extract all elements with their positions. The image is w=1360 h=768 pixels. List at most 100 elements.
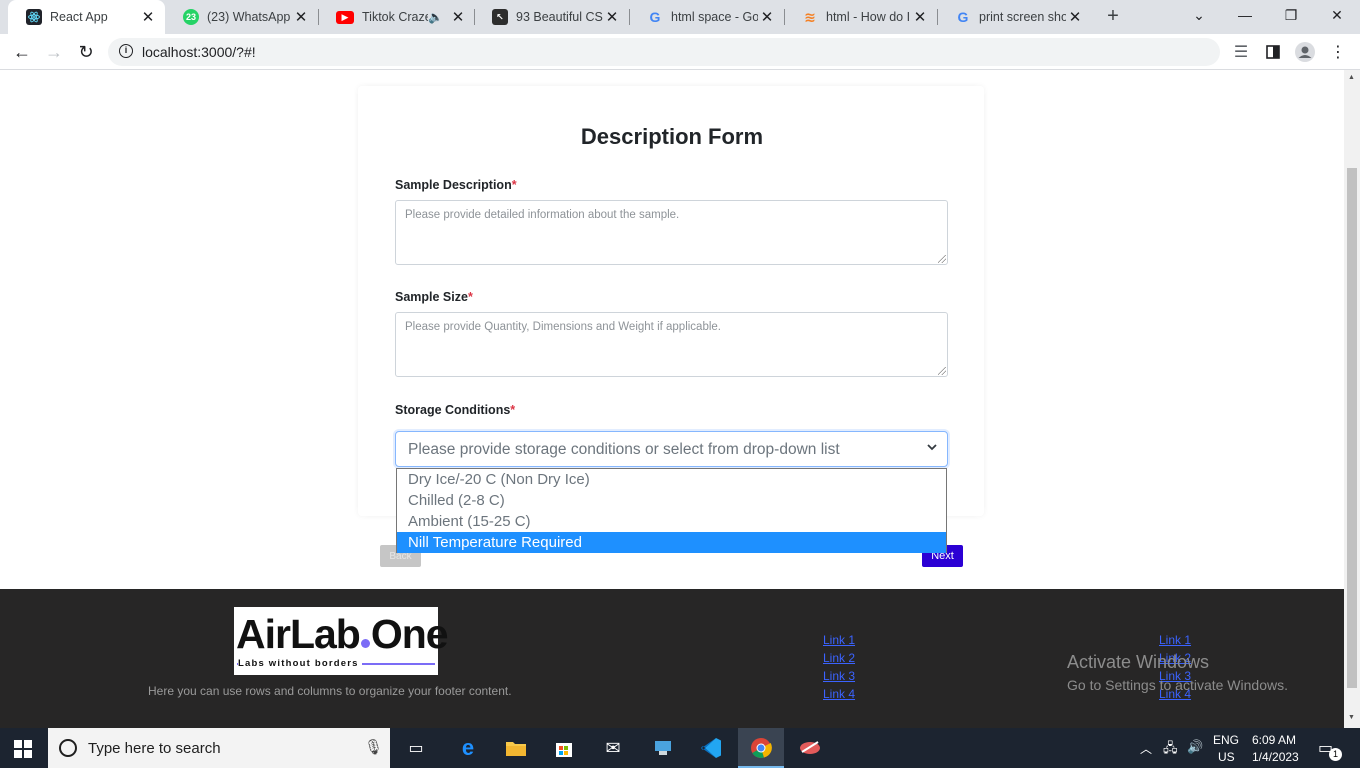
tab-title: Tiktok Craze <box>362 10 429 24</box>
scroll-down-icon[interactable]: ▼ <box>1348 714 1355 721</box>
storage-conditions-label: Storage Conditions* <box>395 403 516 417</box>
tab-react-app[interactable]: React App ✕ <box>8 0 165 34</box>
airlab-logo: AirLab One Labs without borders <box>234 607 449 675</box>
cursor-icon: ↖ <box>492 9 508 25</box>
required-asterisk: * <box>510 403 516 417</box>
task-view-icon[interactable]: ▭ <box>403 736 429 760</box>
clock-time[interactable]: 6:09 AM <box>1252 733 1296 747</box>
scroll-up-icon[interactable]: ▲ <box>1348 74 1355 81</box>
close-tab-icon[interactable]: ✕ <box>1066 8 1084 26</box>
close-tab-icon[interactable]: ✕ <box>139 8 157 26</box>
app-shortcut-icon[interactable] <box>650 736 676 760</box>
tab-search-icon[interactable]: ⌄ <box>1176 0 1222 30</box>
address-bar[interactable]: i localhost:3000/?#! <box>108 38 1220 66</box>
footer-link[interactable]: Link 4 <box>823 687 855 701</box>
snipping-tool-icon[interactable] <box>797 736 823 760</box>
sample-description-label: Sample Description* <box>395 178 517 192</box>
form-title: Description Form <box>580 124 764 149</box>
tab-google-html-space[interactable]: G html space - Goo ✕ <box>629 0 784 34</box>
site-footer: AirLab One Labs without borders Here you … <box>0 589 1344 728</box>
close-tab-icon[interactable]: ✕ <box>292 8 310 26</box>
textarea-placeholder: Please provide detailed information abou… <box>405 209 680 221</box>
tab-whatsapp[interactable]: 23 (23) WhatsApp ✕ <box>165 0 318 34</box>
forward-arrow-icon[interactable]: → <box>42 40 66 64</box>
close-tab-icon[interactable]: ✕ <box>449 8 467 26</box>
footer-link[interactable]: Link 2 <box>823 651 855 665</box>
edge-icon[interactable]: e <box>455 735 481 760</box>
logo-dot <box>360 639 370 648</box>
chevron-down-icon <box>927 444 937 451</box>
select-placeholder: Please provide storage conditions or sel… <box>408 441 840 458</box>
url-text: localhost:3000/?#! <box>142 44 256 60</box>
back-arrow-icon[interactable]: ← <box>10 40 34 64</box>
restore-icon[interactable]: ❐ <box>1268 0 1314 30</box>
windows-start-icon[interactable] <box>14 740 32 758</box>
cortana-icon <box>59 739 77 757</box>
clock-date[interactable]: 1/4/2023 <box>1252 750 1299 764</box>
region-indicator[interactable]: US <box>1218 750 1235 764</box>
dropdown-option[interactable]: Chilled (2-8 C) <box>397 490 946 511</box>
required-asterisk: * <box>511 178 517 192</box>
site-info-icon[interactable]: i <box>119 44 133 58</box>
dropdown-option[interactable]: Dry Ice/-20 C (Non Dry Ice) <box>397 469 946 490</box>
footer-link[interactable]: Link 3 <box>823 669 855 683</box>
network-icon[interactable]: 🖧 <box>1163 739 1178 761</box>
language-indicator[interactable]: ENG <box>1213 733 1239 747</box>
activate-windows-subtitle: Go to Settings to activate Windows. <box>1067 677 1288 693</box>
tab-title: html space - Goo <box>671 10 758 24</box>
show-hidden-icons-icon[interactable]: ︿ <box>1140 740 1152 757</box>
mail-icon[interactable]: ✉ <box>600 736 626 760</box>
tab-google-print-screen[interactable]: G print screen shor ✕ <box>937 0 1092 34</box>
react-icon <box>26 9 42 25</box>
reload-icon[interactable]: ↻ <box>74 40 98 64</box>
microphone-icon[interactable]: 🎙 <box>364 738 383 756</box>
new-tab-icon[interactable]: + <box>1101 5 1125 29</box>
stackoverflow-icon: ≋ <box>804 8 816 25</box>
tab-css[interactable]: ↖ 93 Beautiful CSS ✕ <box>474 0 629 34</box>
dropdown-option-highlighted[interactable]: Nill Temperature Required <box>397 532 946 553</box>
close-tab-icon[interactable]: ✕ <box>603 8 621 26</box>
tab-title: 93 Beautiful CSS <box>516 10 603 24</box>
sample-size-textarea[interactable]: Please provide Quantity, Dimensions and … <box>395 312 948 377</box>
reading-list-icon[interactable]: ☰ <box>1229 40 1253 64</box>
footer-text: Here you can use rows and columns to org… <box>148 684 512 698</box>
microsoft-store-icon[interactable] <box>551 736 577 760</box>
page-viewport: Description Form Sample Description* Ple… <box>0 70 1344 728</box>
resize-handle[interactable] <box>938 367 946 375</box>
tab-tiktok[interactable]: ▶ Tiktok Craze 🔈 ✕ <box>318 0 475 34</box>
page-scrollbar[interactable]: ▲ ▼ <box>1344 70 1360 728</box>
dropdown-option[interactable]: Ambient (15-25 C) <box>397 511 946 532</box>
storage-conditions-select[interactable]: Please provide storage conditions or sel… <box>395 431 948 467</box>
textarea-placeholder: Please provide Quantity, Dimensions and … <box>405 321 721 333</box>
footer-link[interactable]: Link 1 <box>823 633 855 647</box>
windows-taskbar: Type here to search 🎙 ▭ e ✉ ︿ 🖧 🔊 ENG US… <box>0 728 1360 768</box>
taskbar-search-placeholder: Type here to search <box>88 740 221 757</box>
youtube-icon: ▶ <box>336 10 354 24</box>
browser-tab-strip: React App ✕ 23 (23) WhatsApp ✕ ▶ Tiktok … <box>0 0 1360 34</box>
taskbar-search-box[interactable]: Type here to search 🎙 <box>48 728 390 768</box>
tab-title: React App <box>50 10 108 24</box>
side-panel-icon[interactable] <box>1261 40 1285 64</box>
google-icon: G <box>957 9 969 25</box>
chrome-icon[interactable] <box>748 736 774 760</box>
close-window-icon[interactable]: ✕ <box>1314 0 1360 30</box>
logo-tagline: Labs without borders <box>238 658 362 669</box>
close-tab-icon[interactable]: ✕ <box>758 8 776 26</box>
more-menu-icon[interactable]: ⋮ <box>1326 40 1350 64</box>
speaker-icon[interactable]: 🔈 <box>428 10 443 24</box>
footer-link[interactable]: Link 1 <box>1159 633 1191 647</box>
sample-description-textarea[interactable]: Please provide detailed information abou… <box>395 200 948 265</box>
vscode-icon[interactable] <box>698 736 724 760</box>
close-tab-icon[interactable]: ✕ <box>911 8 929 26</box>
tab-title: html - How do I <box>826 10 911 24</box>
tab-stackoverflow[interactable]: ≋ html - How do I ✕ <box>784 0 937 34</box>
minimize-icon[interactable]: — <box>1222 0 1268 30</box>
required-asterisk: * <box>467 290 473 304</box>
file-explorer-icon[interactable] <box>503 736 529 760</box>
storage-dropdown-list: Dry Ice/-20 C (Non Dry Ice) Chilled (2-8… <box>396 468 947 553</box>
profile-avatar-icon[interactable] <box>1293 40 1317 64</box>
resize-handle[interactable] <box>938 255 946 263</box>
scrollbar-thumb[interactable] <box>1347 168 1357 688</box>
activate-windows-title: Activate Windows <box>1067 652 1210 672</box>
volume-icon[interactable]: 🔊 <box>1187 739 1203 755</box>
